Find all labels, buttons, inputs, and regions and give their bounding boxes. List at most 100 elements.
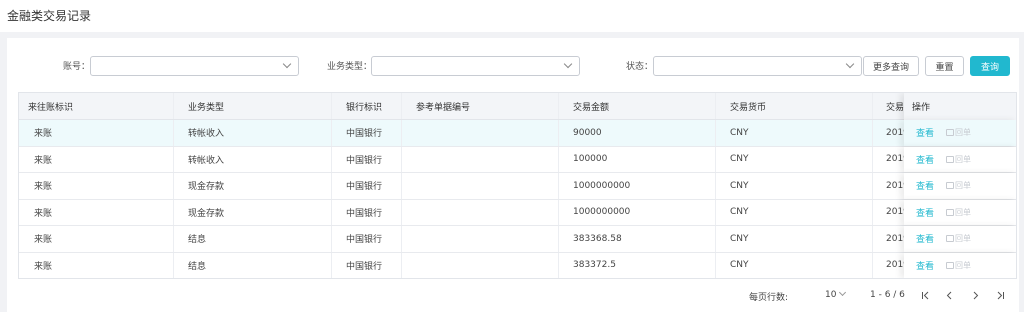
column-header[interactable]: 参考单据编号 [402, 93, 559, 119]
biz-type-cell: 现金存款 [174, 199, 332, 225]
direction-cell: 来账 [19, 226, 174, 252]
chevron-down-icon [839, 288, 847, 297]
direction-cell: 来账 [19, 199, 174, 225]
table-header: 来往账标识 业务类型 银行标识 参考单据编号 交易金额 交易货币 交易 操作 [19, 93, 1016, 120]
account-select[interactable] [90, 56, 299, 76]
bank-cell: 中国银行 [332, 173, 402, 199]
view-link[interactable]: 查看 [916, 153, 934, 166]
biz-type-cell: 转帐收入 [174, 146, 332, 172]
amount-cell: 383368.58 [559, 226, 716, 252]
amount-cell: 100000 [559, 146, 716, 172]
table-row[interactable]: 来账 转帐收入 中国银行 100000 CNY 2019 查看 回单 [19, 146, 1016, 173]
query-button[interactable]: 查询 [970, 56, 1010, 76]
ref-cell [402, 173, 559, 199]
ref-cell [402, 120, 559, 146]
chevron-down-icon [845, 59, 855, 69]
view-link[interactable]: 查看 [916, 179, 934, 192]
receipt-link: 回单 [946, 207, 971, 218]
table-row[interactable]: 来账 转帐收入 中国银行 90000 CNY 2019 查看 回单 [19, 120, 1016, 147]
amount-cell: 1000000000 [559, 173, 716, 199]
receipt-label: 回单 [955, 181, 972, 191]
rows-per-page-label: 每页行数: [749, 293, 789, 303]
bank-cell: 中国银行 [332, 120, 402, 146]
biz-type-cell: 转帐收入 [174, 120, 332, 146]
page-header: 金融类交易记录 [0, 0, 1024, 32]
ref-cell [402, 226, 559, 252]
column-header[interactable]: 业务类型 [174, 93, 332, 119]
actions-cell: 查看 回单 [904, 199, 1016, 225]
amount-cell: 383372.5 [559, 252, 716, 278]
receipt-icon [946, 208, 955, 216]
last-page-icon[interactable] [993, 288, 1007, 302]
chevron-down-icon [563, 59, 573, 69]
next-page-icon[interactable] [968, 288, 982, 302]
page-title: 金融类交易记录 [7, 9, 92, 23]
actions-cell: 查看 回单 [904, 173, 1016, 199]
receipt-icon [946, 235, 955, 243]
column-header[interactable]: 交易金额 [559, 93, 716, 119]
direction-cell: 来账 [19, 146, 174, 172]
receipt-link: 回单 [946, 127, 971, 138]
actions-cell: 查看 回单 [904, 146, 1016, 172]
view-link[interactable]: 查看 [916, 259, 934, 272]
direction-cell: 来账 [19, 120, 174, 146]
reset-button[interactable]: 重置 [925, 56, 964, 76]
bank-cell: 中国银行 [332, 252, 402, 278]
biz-type-cell: 现金存款 [174, 173, 332, 199]
rows-per-page-select[interactable]: 10 [825, 288, 847, 300]
receipt-icon [946, 182, 955, 190]
amount-cell: 90000 [559, 120, 716, 146]
content-card: 账号： 业务类型： 状态： 更多查询 重置 查询 来往账标识 业务类型 银行标识… [7, 38, 1019, 312]
biz-type-select[interactable] [371, 56, 580, 76]
column-header[interactable]: 来往账标识 [19, 93, 174, 119]
receipt-link: 回单 [946, 180, 971, 191]
currency-cell: CNY [716, 226, 873, 252]
prev-page-icon[interactable] [942, 288, 956, 302]
direction-cell: 来账 [19, 173, 174, 199]
currency-cell: CNY [716, 252, 873, 278]
view-link[interactable]: 查看 [916, 126, 934, 139]
receipt-label: 回单 [955, 260, 972, 270]
table-row[interactable]: 来账 结息 中国银行 383372.5 CNY 2019 查看 回单 [19, 252, 1016, 278]
table-row[interactable]: 来账 现金存款 中国银行 1000000000 CNY 2019 查看 回单 [19, 199, 1016, 226]
status-select[interactable] [653, 56, 862, 76]
page-range: 1 - 6 / 6 [870, 290, 905, 300]
ref-cell [402, 146, 559, 172]
actions-cell: 查看 回单 [904, 120, 1016, 146]
column-header-actions: 操作 [904, 93, 1016, 120]
bank-cell: 中国银行 [332, 146, 402, 172]
biz-type-label: 业务类型： [327, 62, 373, 72]
transactions-table: 来往账标识 业务类型 银行标识 参考单据编号 交易金额 交易货币 交易 操作 来… [18, 92, 1017, 279]
receipt-icon [946, 155, 955, 163]
biz-type-cell: 结息 [174, 226, 332, 252]
receipt-label: 回单 [955, 154, 972, 164]
receipt-icon [946, 261, 955, 269]
bank-cell: 中国银行 [332, 199, 402, 225]
table-row[interactable]: 来账 结息 中国银行 383368.58 CNY 2019 查看 回单 [19, 226, 1016, 253]
actions-cell: 查看 回单 [904, 226, 1016, 252]
receipt-link: 回单 [946, 260, 971, 271]
chevron-down-icon [282, 59, 292, 69]
amount-cell: 1000000000 [559, 199, 716, 225]
view-link[interactable]: 查看 [916, 206, 934, 219]
currency-cell: CNY [716, 146, 873, 172]
receipt-link: 回单 [946, 233, 971, 244]
actions-cell: 查看 回单 [904, 252, 1016, 278]
table-row[interactable]: 来账 现金存款 中国银行 1000000000 CNY 2019 查看 回单 [19, 173, 1016, 200]
direction-cell: 来账 [19, 252, 174, 278]
column-header[interactable]: 交易货币 [716, 93, 873, 119]
rows-per-page-value: 10 [825, 290, 837, 300]
receipt-label: 回单 [955, 234, 972, 244]
receipt-label: 回单 [955, 128, 972, 138]
view-link[interactable]: 查看 [916, 232, 934, 245]
currency-cell: CNY [716, 120, 873, 146]
column-header[interactable]: 银行标识 [332, 93, 402, 119]
ref-cell [402, 199, 559, 225]
more-query-button[interactable]: 更多查询 [863, 56, 919, 76]
first-page-icon[interactable] [918, 288, 932, 302]
receipt-label: 回单 [955, 207, 972, 217]
bank-cell: 中国银行 [332, 226, 402, 252]
account-label: 账号： [63, 62, 91, 72]
status-label: 状态： [626, 62, 654, 72]
currency-cell: CNY [716, 173, 873, 199]
